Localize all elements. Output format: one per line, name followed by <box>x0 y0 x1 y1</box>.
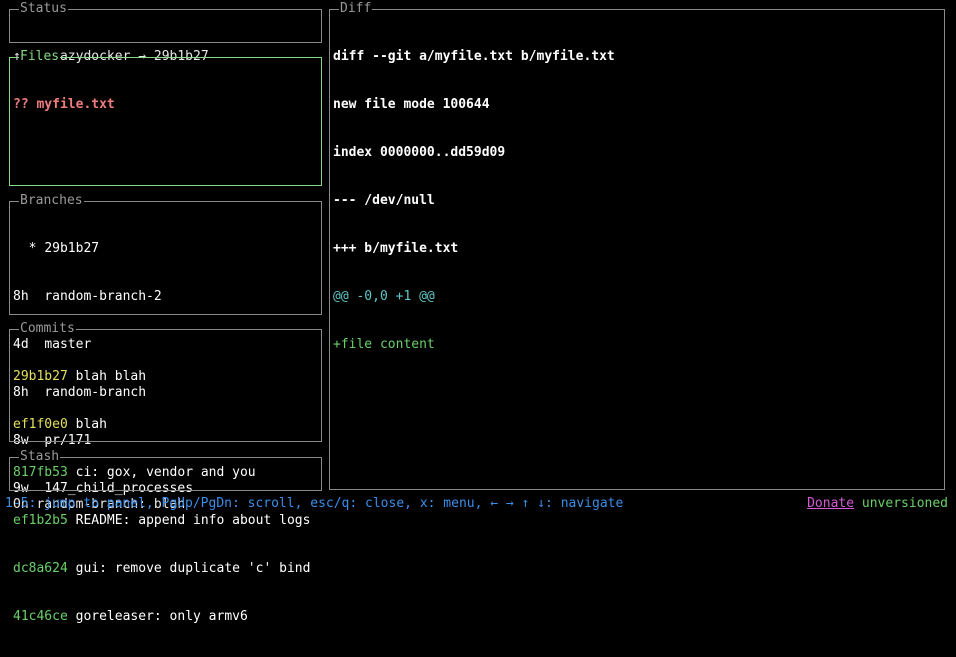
files-panel[interactable]: Files ?? myfile.txt <box>9 49 322 186</box>
commit-message: blah <box>75 417 107 432</box>
branch-recency: * <box>13 241 37 256</box>
branch-name: random-branch-2 <box>44 289 162 304</box>
status-panel-title: Status <box>19 1 68 17</box>
commit-item[interactable]: 41c46ce goreleaser: only armv6 <box>13 609 319 625</box>
commits-panel[interactable]: Commits 29b1b27 blah blah ef1f0e0 blah 8… <box>9 321 322 624</box>
branch-item[interactable]: * 29b1b27 <box>13 241 319 257</box>
diff-line: +++ b/myfile.txt <box>333 241 459 256</box>
branch-recency: 8h <box>13 289 37 304</box>
diff-panel-title: Diff <box>339 1 373 17</box>
commit-sha: 29b1b27 <box>13 369 68 384</box>
footer-right: Donate unversioned <box>807 496 948 512</box>
diff-line: diff --git a/myfile.txt b/myfile.txt <box>333 49 615 64</box>
diff-line: new file mode 100644 <box>333 97 490 112</box>
footer-bar: 1-5: jump to panel, PgUp/PgDn: scroll, e… <box>5 496 948 512</box>
diff-content: diff --git a/myfile.txt b/myfile.txt new… <box>333 17 942 385</box>
branches-panel-title: Branches <box>19 193 84 209</box>
commit-sha: dc8a624 <box>13 561 68 576</box>
commit-item[interactable]: 29b1b27 blah blah <box>13 369 319 385</box>
file-item[interactable]: ?? myfile.txt <box>13 97 319 113</box>
keybinding-help-text: 1-5: jump to panel, PgUp/PgDn: scroll, e… <box>5 496 624 511</box>
commit-sha: 41c46ce <box>13 609 68 624</box>
commits-panel-title: Commits <box>19 321 76 337</box>
commit-message: blah blah <box>75 369 147 384</box>
branch-name: 29b1b27 <box>44 241 100 256</box>
diff-added-line: +file content <box>333 337 435 352</box>
commit-message: gui: remove duplicate 'c' bind <box>75 561 311 576</box>
branch-item[interactable]: 8h random-branch-2 <box>13 289 319 305</box>
status-panel[interactable]: Status ↑?↓? lazydocker → 29b1b27 <box>9 1 322 64</box>
branches-panel[interactable]: Branches * 29b1b27 8h random-branch-2 4d… <box>9 193 322 496</box>
version-text: unversioned <box>861 496 948 511</box>
diff-line: --- /dev/null <box>333 193 435 208</box>
commit-sha: ef1f0e0 <box>13 417 68 432</box>
commit-message: goreleaser: only armv6 <box>75 609 248 624</box>
commit-item[interactable]: dc8a624 gui: remove duplicate 'c' bind <box>13 561 319 577</box>
diff-panel[interactable]: Diff diff --git a/myfile.txt b/myfile.tx… <box>329 1 945 490</box>
diff-line: index 0000000..dd59d09 <box>333 145 506 160</box>
diff-hunk-line: @@ -0,0 +1 @@ <box>333 289 435 304</box>
files-panel-title: Files <box>19 49 61 65</box>
donate-link[interactable]: Donate <box>807 496 854 511</box>
commit-item[interactable]: ef1f0e0 blah <box>13 417 319 433</box>
stash-panel-title: Stash <box>19 449 61 465</box>
stash-panel[interactable]: Stash On random-branch: blah <box>9 449 322 512</box>
